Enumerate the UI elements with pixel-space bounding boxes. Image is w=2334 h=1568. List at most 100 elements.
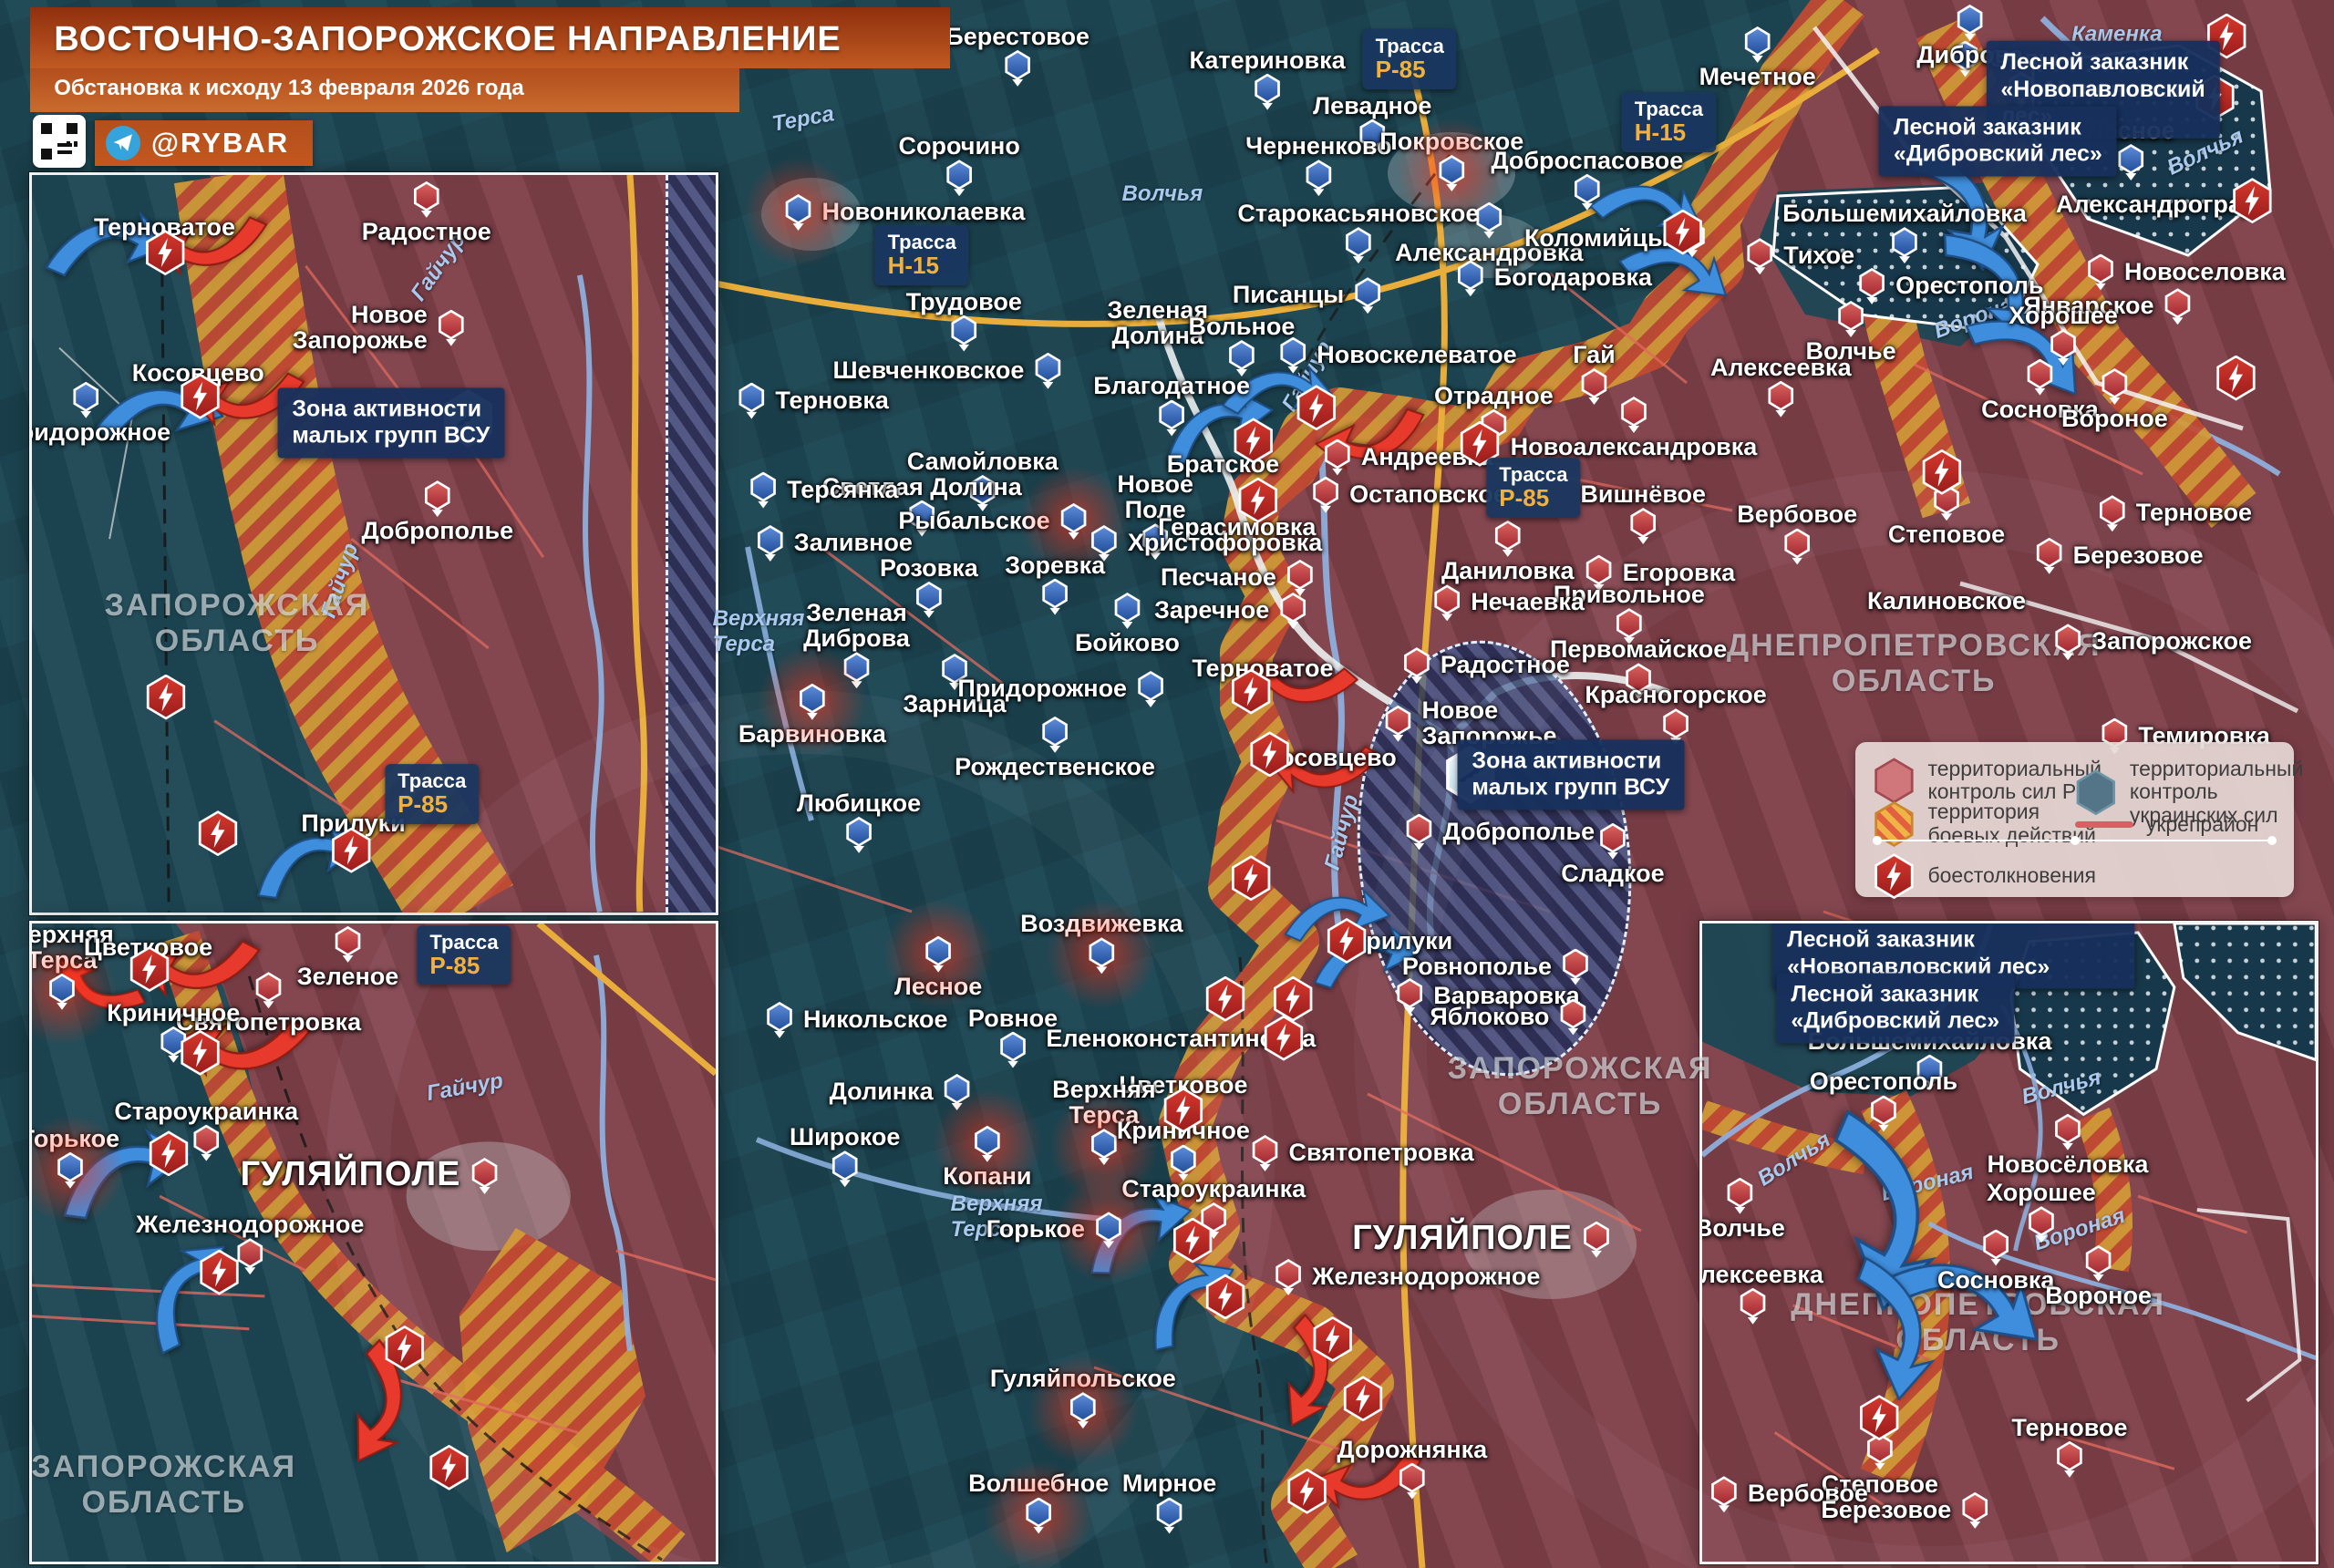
ua-settlement-marker [1088, 937, 1115, 975]
marker-pointer [1959, 69, 1971, 77]
legend-divider [1873, 835, 2277, 845]
rf-settlement-marker [1837, 301, 1864, 338]
rf-settlement-marker [2099, 495, 2126, 532]
settlement-label: Отрадное [1434, 381, 1554, 409]
ua-settlement-marker [974, 1125, 1001, 1162]
marker-pointer [1392, 734, 1404, 742]
settlement-label: Староукраинка [1121, 1175, 1306, 1203]
settlement-label: Зоревка [1005, 551, 1106, 579]
marker-pointer [420, 210, 432, 218]
ua-settlement-marker [1457, 260, 1484, 297]
map-subtitle: Обстановка к исходу 13 февраля 2026 года [30, 67, 740, 112]
ua-settlement-marker [999, 1031, 1027, 1068]
rybar-handle: @RYBAR [150, 126, 290, 159]
rf-settlement-marker [1662, 708, 1689, 746]
rf-settlement-marker [1726, 1177, 1753, 1214]
marker-pointer [57, 1002, 67, 1010]
settlement-label: ГУЛЯЙПОЛЕ [1352, 1219, 1574, 1258]
river-label: Верхняя Терса [712, 606, 805, 657]
ua-settlement-marker [1305, 160, 1332, 197]
road-sign-code: Р-85 [1375, 56, 1426, 84]
settlement-label: Терновое [2011, 1413, 2128, 1441]
ua-settlement-marker [48, 973, 76, 1010]
settlement-label: Новое Запорожье [292, 300, 428, 354]
settlement-label: Шевченковское [832, 356, 1025, 384]
ua-settlement-marker [799, 683, 826, 720]
settlement-label: Вороное [2045, 1282, 2152, 1310]
rf-settlement-marker [1599, 822, 1627, 860]
marker-pointer [1313, 189, 1325, 197]
oblast-label: ЗАПОРОЖСКАЯ ОБЛАСТЬ [104, 587, 370, 658]
settlement-label: Волчье [1699, 1213, 1785, 1242]
marker-pointer [1775, 409, 1787, 418]
road-sign: Трасса Р-85 [417, 924, 511, 985]
settlement-label: Александроград [2055, 190, 2258, 218]
road-sign: Трасса Н-15 [1621, 92, 1717, 152]
settlement-label: Терновое [2135, 499, 2253, 527]
settlement-label: Доброполье [1442, 817, 1596, 845]
road-sign-word: Трасса [887, 231, 956, 254]
settlement-label: Радостное [361, 218, 491, 246]
settlement-label: Богодаровка [1493, 263, 1652, 292]
marker-pointer [1588, 397, 1600, 405]
marker-pointer [958, 344, 970, 352]
marker-pointer [1121, 621, 1133, 629]
settlement-label: Вольное [1188, 313, 1296, 341]
clash-hex [1274, 975, 1313, 1022]
marker-pointer [1751, 56, 1763, 64]
marker-pointer [954, 189, 966, 197]
ua-settlement-marker [1170, 1144, 1197, 1181]
road-sign-code: Р-85 [429, 951, 480, 979]
ua-settlement-marker [924, 935, 952, 973]
marker-pointer [764, 553, 776, 562]
ua-settlement-marker [738, 382, 765, 419]
settlement-label: Придорожное [957, 675, 1128, 703]
settlement-label: Долинка [829, 1078, 934, 1106]
ua-settlement-marker [1041, 578, 1069, 615]
rf-settlement-marker [438, 309, 465, 346]
marker-pointer [1320, 505, 1332, 513]
ua-settlement-marker [945, 160, 973, 197]
settlement-label: Бойково [1075, 629, 1180, 657]
settlement-label: Коломийцы [1523, 224, 1668, 253]
arrow-glyph [1856, 1256, 1936, 1402]
ua-settlement-marker [1041, 716, 1069, 753]
settlement-label: Копани [943, 1161, 1032, 1190]
settlement-label: Розовка [879, 553, 978, 582]
marker-pointer [1628, 425, 1639, 433]
rf-settlement-marker [2164, 288, 2191, 325]
ua-settlement-marker [72, 381, 99, 418]
settlement-label: Заливное [793, 529, 913, 557]
marker-pointer [1331, 468, 1343, 476]
marker-pointer [1483, 231, 1495, 239]
settlement-label: Криничное [107, 998, 241, 1026]
ua-settlement-marker [757, 524, 784, 562]
settlement-label: Черненково [1245, 132, 1392, 160]
marker-pointer [1012, 78, 1024, 87]
rf-control-swatch-icon [1874, 758, 1914, 804]
marker-pointer [1754, 267, 1766, 275]
marker-pointer [2109, 397, 2121, 405]
settlement-label: Доброполье [361, 517, 514, 545]
marker-pointer [1464, 289, 1476, 297]
title-block: ВОСТОЧНО-ЗАПОРОЖСКОЕ НАПРАВЛЕНИЕ Обстано… [30, 6, 950, 112]
marker-pointer [1287, 621, 1299, 629]
marker-pointer [1163, 1526, 1175, 1534]
settlement-label: Рыбальское [898, 506, 1050, 534]
settlement-label: Новоселовка [2124, 257, 2286, 285]
rf-settlement-marker [2054, 1113, 2081, 1150]
ua-settlement-marker [785, 194, 812, 232]
rf-settlement-marker [1562, 948, 1589, 985]
legend-item-rf: территориальный контроль сил РФ [1873, 757, 2102, 805]
rf-settlement-marker [1580, 367, 1607, 405]
marker-pointer [1042, 381, 1054, 389]
settlement-label: Орестополь [1809, 1068, 1958, 1096]
rf-settlement-marker [413, 181, 440, 218]
rf-settlement-marker [1740, 1287, 1767, 1325]
rf-settlement-marker [2036, 537, 2063, 574]
marker-pointer [80, 410, 92, 418]
ua-settlement-marker [1228, 340, 1255, 377]
settlement-label: Железнодорожное [136, 1211, 365, 1239]
marker-pointer [1352, 256, 1364, 264]
marker-pointer [342, 954, 354, 963]
